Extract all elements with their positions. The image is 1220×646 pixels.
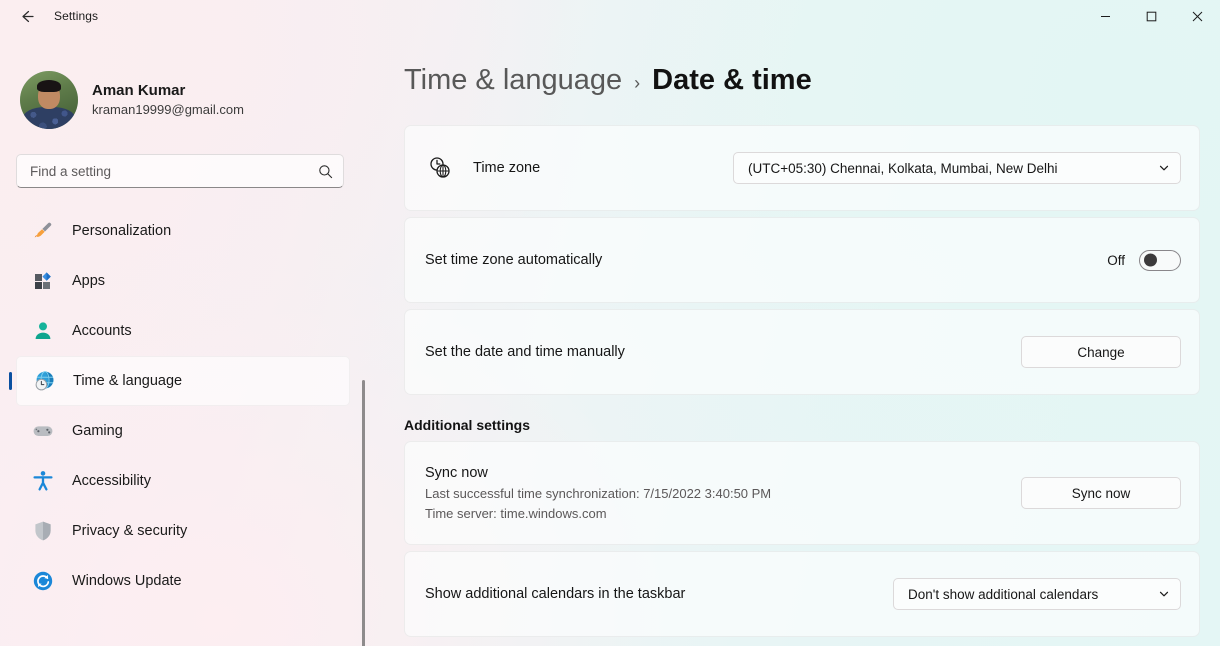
window-controls [1082,0,1220,32]
minimize-button[interactable] [1082,0,1128,32]
time-zone-value: (UTC+05:30) Chennai, Kolkata, Mumbai, Ne… [748,160,1058,176]
auto-time-zone-control: Off [1107,249,1181,271]
toggle-state-label: Off [1107,252,1125,268]
search-icon [318,164,333,179]
sidebar-item-privacy-security[interactable]: Privacy & security [16,506,350,556]
last-sync-text: Last successful time synchronization: 7/… [425,485,772,501]
additional-calendars-label: Show additional calendars in the taskbar [425,586,686,602]
time-zone-dropdown[interactable]: (UTC+05:30) Chennai, Kolkata, Mumbai, Ne… [733,152,1181,184]
gamepad-icon [30,418,56,444]
sidebar-item-gaming[interactable]: Gaming [16,406,350,456]
update-refresh-icon [30,568,56,594]
additional-calendars-dropdown[interactable]: Don't show additional calendars [893,578,1181,610]
sidebar-item-personalization[interactable]: Personalization [16,206,350,256]
paintbrush-icon [30,218,56,244]
search-box[interactable] [16,154,344,188]
account-person-icon [30,318,56,344]
additional-settings-cards: Sync now Last successful time synchroniz… [404,441,1200,637]
additional-calendars-value: Don't show additional calendars [908,586,1099,602]
sidebar-item-label: Accessibility [72,473,151,489]
sidebar-item-label: Gaming [72,423,123,439]
back-arrow-icon [21,10,34,22]
search-container [0,140,368,188]
maximize-icon [1146,11,1156,21]
app-title: Settings [54,9,99,23]
additional-calendars-card: Show additional calendars in the taskbar… [404,551,1200,637]
main-content: Time & language › Date & time Time zone … [368,32,1220,646]
sidebar-item-accessibility[interactable]: Accessibility [16,456,350,506]
sidebar-item-label: Personalization [72,223,172,239]
auto-time-zone-card: Set time zone automatically Off [404,217,1200,303]
page-title: Date & time [652,64,812,96]
clock-globe-icon [425,153,455,183]
sync-now-card: Sync now Last successful time synchroniz… [404,441,1200,545]
close-button[interactable] [1174,0,1220,32]
sidebar-item-time-language[interactable]: Time & language [16,356,350,406]
additional-settings-heading: Additional settings [404,417,530,433]
account-name: Aman Kumar [92,81,186,99]
time-language-globe-icon [31,368,57,394]
back-button[interactable] [8,2,44,30]
avatar [20,71,78,129]
auto-time-zone-toggle[interactable] [1139,249,1181,271]
change-button[interactable]: Change [1021,336,1181,368]
sidebar: Aman Kumar kraman19999@gmail.com Find a … [0,32,368,646]
sidebar-item-label: Accounts [72,323,132,339]
breadcrumb-parent[interactable]: Time & language [404,64,622,97]
account-email: kraman19999@gmail.com [92,102,244,118]
manual-date-time-card: Set the date and time manually Change [404,309,1200,395]
apps-icon [30,268,56,294]
sidebar-scrollbar[interactable] [358,380,368,646]
settings-cards: Time zone (UTC+05:30) Chennai, Kolkata, … [404,125,1200,395]
sidebar-item-label: Time & language [73,373,183,389]
sidebar-item-label: Windows Update [72,573,182,589]
sidebar-item-accounts[interactable]: Accounts [16,306,350,356]
minimize-icon [1100,15,1110,17]
title-bar: Settings [0,0,1220,32]
close-icon [1192,11,1202,21]
chevron-down-icon [1158,588,1170,600]
toggle-knob [1144,253,1157,267]
accessibility-person-icon [30,468,56,494]
sidebar-item-windows-update[interactable]: Windows Update [16,556,350,606]
sync-now-button[interactable]: Sync now [1021,477,1181,509]
manual-date-time-label: Set the date and time manually [425,344,625,360]
scrollbar-thumb[interactable] [362,380,365,646]
time-zone-card: Time zone (UTC+05:30) Chennai, Kolkata, … [404,125,1200,211]
shield-icon [30,518,56,544]
breadcrumb-separator-icon: › [634,73,641,93]
search-input[interactable] [30,163,318,179]
sidebar-item-label: Privacy & security [72,523,188,539]
sidebar-item-apps[interactable]: Apps [16,256,350,306]
time-server-text: Time server: time.windows.com [425,505,607,521]
sidebar-nav: Personalization Apps Accounts Time & lan… [0,206,368,638]
time-zone-label: Time zone [473,160,541,176]
account-header[interactable]: Aman Kumar kraman19999@gmail.com [0,32,368,140]
maximize-button[interactable] [1128,0,1174,32]
auto-time-zone-label: Set time zone automatically [425,252,603,268]
sidebar-item-label: Apps [72,273,106,289]
sync-now-title: Sync now [425,464,488,481]
sync-now-texts: Sync now Last successful time synchroniz… [425,463,771,524]
breadcrumb: Time & language › Date & time [404,64,1220,97]
chevron-down-icon [1158,162,1170,174]
